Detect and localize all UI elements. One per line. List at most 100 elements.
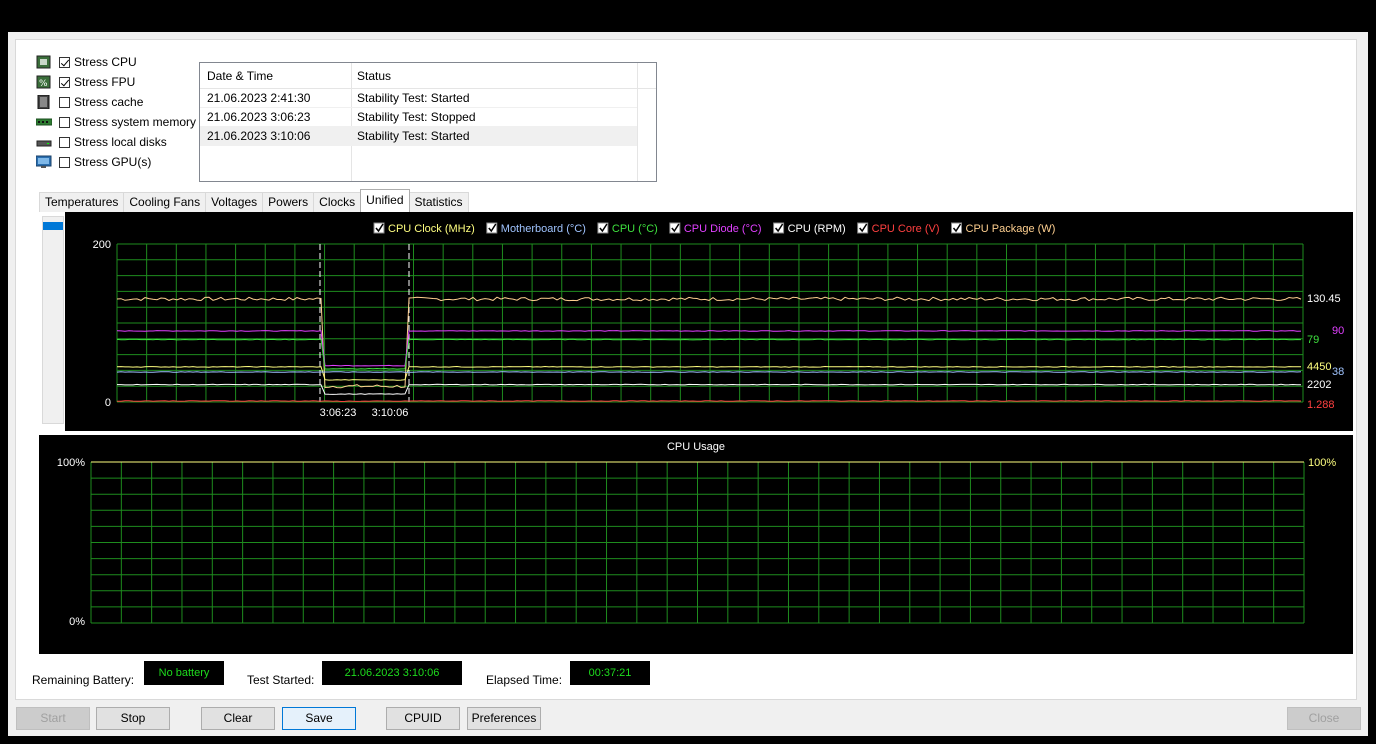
legend-label: CPU Core (V) [872, 223, 940, 235]
legend-item[interactable]: Motherboard (°C) [486, 222, 586, 235]
legend-label: CPU Diode (°C) [684, 223, 762, 235]
legend-item[interactable]: CPU (RPM) [773, 222, 846, 235]
tab-cooling-fans[interactable]: Cooling Fans [123, 192, 207, 212]
start-button[interactable]: Start [16, 707, 90, 730]
series-value-label: 4450 [1307, 361, 1331, 373]
y-axis-min-label: 0 [105, 397, 111, 409]
stress-fpu-option[interactable]: % Stress FPU [36, 73, 135, 91]
system-stability-test-window: Stress CPU % Stress FPU Stress cache Str… [8, 32, 1368, 736]
svg-text:%: % [39, 79, 48, 89]
log-datetime: 21.06.2023 2:41:30 [207, 91, 311, 105]
unified-graph-svg: CPU Clock (MHz) Motherboard (°C) CPU (°C) C… [93, 222, 1344, 419]
series-value-label: 79 [1307, 334, 1319, 346]
test-started-label: Test Started: [247, 673, 315, 687]
graph-grid [90, 461, 1305, 624]
legend-item[interactable]: CPU (°C) [597, 222, 658, 235]
stress-disks-label: Stress local disks [74, 135, 167, 149]
stress-memory-label: Stress system memory [74, 115, 197, 129]
event-log-table[interactable]: Date & Time Status 21.06.2023 2:41:30 St… [199, 62, 657, 182]
fpu-icon: % [36, 75, 52, 89]
graph-scrollbar[interactable] [42, 216, 64, 424]
stress-gpu-label: Stress GPU(s) [74, 155, 152, 169]
cpu-usage-value-label: 100% [1308, 457, 1336, 469]
legend-label: CPU (RPM) [788, 223, 846, 235]
y-axis-max-label: 200 [93, 239, 111, 251]
memory-icon [35, 115, 53, 129]
legend-item[interactable]: CPU Package (W) [951, 222, 1056, 235]
stress-cache-label: Stress cache [74, 95, 144, 109]
log-header: Date & Time Status [200, 63, 656, 89]
series-value-label: 90 [1332, 325, 1344, 337]
tab-powers[interactable]: Powers [262, 192, 315, 212]
tab-clocks[interactable]: Clocks [313, 192, 362, 212]
tab-voltages[interactable]: Voltages [205, 192, 264, 212]
clear-button[interactable]: Clear [201, 707, 275, 730]
legend-item[interactable]: CPU Core (V) [857, 222, 940, 235]
disk-icon [36, 135, 52, 149]
stress-fpu-label: Stress FPU [74, 75, 136, 89]
column-header-status[interactable]: Status [357, 69, 391, 83]
stress-cache-checkbox[interactable] [59, 96, 70, 108]
series-line [116, 371, 1302, 373]
legend-item[interactable]: CPU Clock (MHz) [373, 222, 475, 235]
cpu-icon [36, 55, 52, 69]
stop-button[interactable]: Stop [96, 707, 170, 730]
tab-unified[interactable]: Unified [360, 189, 410, 212]
cpuid-button[interactable]: CPUID [386, 707, 460, 730]
log-status: Stability Test: Started [357, 129, 470, 143]
log-datetime: 21.06.2023 3:10:06 [207, 129, 311, 143]
stress-disks-checkbox[interactable] [59, 136, 70, 148]
cpu-usage-graph-svg: CPU Usage 100% 0% 100% [57, 441, 1336, 628]
elapsed-time-label: Elapsed Time: [486, 673, 563, 687]
legend-label: CPU Clock (MHz) [388, 223, 475, 235]
elapsed-time-value: 00:37:21 [570, 661, 650, 685]
x-marker-label: 3:06:23 [320, 407, 357, 419]
battery-label: Remaining Battery: [32, 673, 135, 687]
series-value-label: 1.288 [1307, 399, 1335, 411]
series-value-label: 130.45 [1307, 293, 1341, 305]
legend-label: CPU Package (W) [966, 223, 1056, 235]
log-datetime: 21.06.2023 3:06:23 [207, 110, 311, 124]
battery-value: No battery [144, 661, 224, 685]
tab-temperatures[interactable]: Temperatures [39, 192, 125, 212]
unified-graph: CPU Clock (MHz) Motherboard (°C) CPU (°C) C… [65, 212, 1353, 431]
x-marker-label: 3:10:06 [372, 407, 409, 419]
graph-grid [116, 243, 1304, 403]
stress-gpu-checkbox[interactable] [59, 156, 70, 168]
y-axis-max-label: 100% [57, 457, 85, 469]
close-button[interactable]: Close [1287, 707, 1361, 730]
preferences-button[interactable]: Preferences [467, 707, 541, 730]
stress-fpu-checkbox[interactable] [59, 76, 70, 88]
chart-title: CPU Usage [667, 441, 725, 453]
stress-cpu-checkbox[interactable] [59, 56, 70, 68]
stress-memory-checkbox[interactable] [59, 116, 70, 128]
gpu-icon [35, 155, 52, 169]
legend-label: CPU (°C) [612, 223, 658, 235]
tab-statistics[interactable]: Statistics [408, 192, 469, 212]
save-button[interactable]: Save [282, 707, 356, 730]
stress-cache-option[interactable]: Stress cache [36, 93, 143, 111]
legend-label: Motherboard (°C) [501, 223, 586, 235]
scrollbar-thumb[interactable] [43, 222, 63, 230]
graph-tabs: Temperatures Cooling Fans Voltages Power… [39, 189, 469, 212]
main-panel: Stress CPU % Stress FPU Stress cache Str… [15, 39, 1357, 700]
stress-cpu-label: Stress CPU [74, 55, 137, 69]
cpu-usage-graph: CPU Usage 100% 0% 100% [39, 435, 1353, 654]
test-started-value: 21.06.2023 3:10:06 [322, 661, 462, 685]
series-value-label: 2202 [1307, 379, 1331, 391]
log-row[interactable]: 21.06.2023 2:41:30 Stability Test: Start… [200, 88, 637, 108]
series-line [116, 400, 1302, 403]
stress-disks-option[interactable]: Stress local disks [36, 133, 167, 151]
stress-gpu-option[interactable]: Stress GPU(s) [35, 153, 152, 171]
stress-cpu-option[interactable]: Stress CPU [36, 53, 137, 71]
y-axis-min-label: 0% [69, 616, 85, 628]
legend-item[interactable]: CPU Diode (°C) [669, 222, 762, 235]
series-value-label: 38 [1332, 366, 1344, 378]
column-header-datetime[interactable]: Date & Time [207, 69, 273, 83]
stress-memory-option[interactable]: Stress system memory [35, 113, 197, 131]
log-row[interactable]: 21.06.2023 3:06:23 Stability Test: Stopp… [200, 107, 637, 127]
log-row[interactable]: 21.06.2023 3:10:06 Stability Test: Start… [200, 126, 637, 146]
log-status: Stability Test: Started [357, 91, 470, 105]
log-status: Stability Test: Stopped [357, 110, 476, 124]
cache-icon [36, 94, 52, 110]
